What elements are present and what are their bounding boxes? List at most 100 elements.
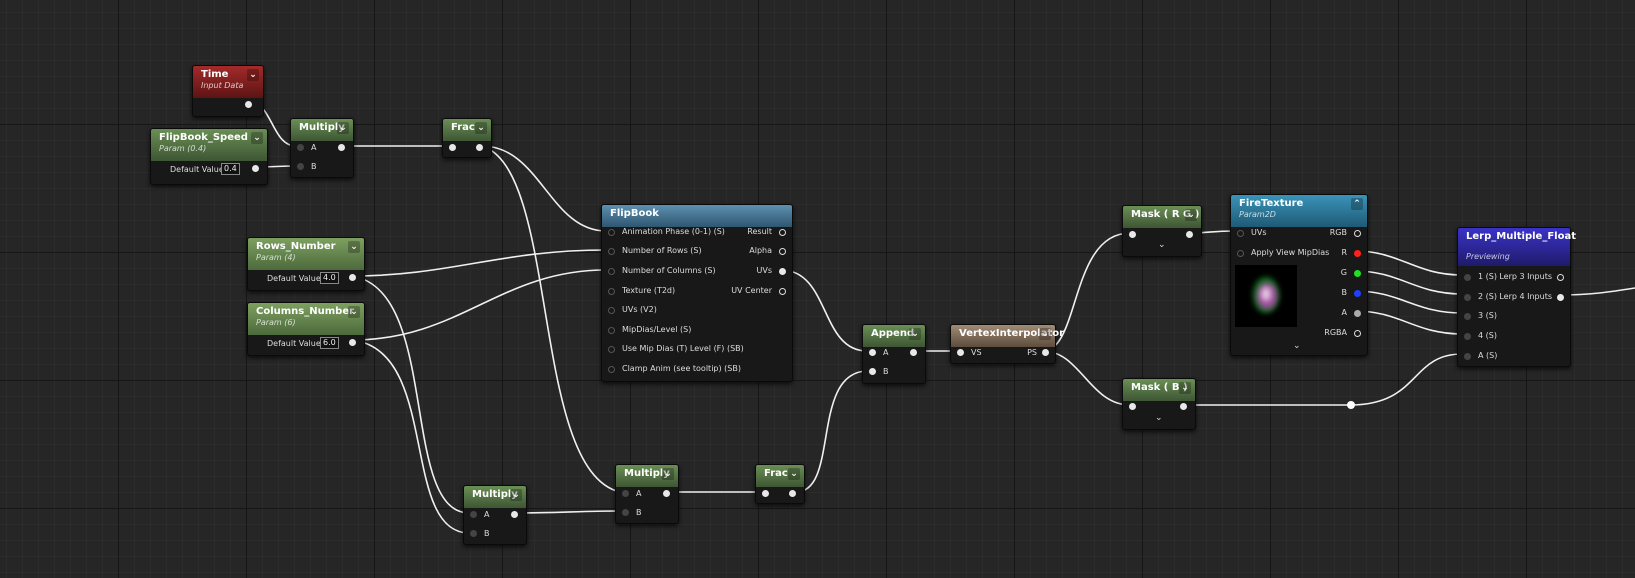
append-node[interactable]: Append ⌄ A B [862,324,926,384]
mask-rg-node[interactable]: Mask ( R G ) ⌄ ⌄ [1122,205,1202,257]
output-pin[interactable] [1042,349,1049,356]
output-pin[interactable] [245,101,252,108]
input-pin[interactable] [1464,294,1471,301]
node-header[interactable]: Multiply ⌄ [291,119,353,141]
input-pin[interactable] [1464,274,1471,281]
multiply-node[interactable]: Multiply ⌄ A B [615,464,679,524]
output-pin-red[interactable] [1354,250,1361,257]
chevron-down-icon[interactable]: ⌄ [909,328,921,340]
chevron-down-icon[interactable]: ⌄ [662,468,674,480]
input-pin[interactable] [762,490,769,497]
input-pin[interactable] [1129,403,1136,410]
output-pin-green[interactable] [1354,270,1361,277]
node-header[interactable]: Mask ( B ) ⌄ [1123,379,1195,401]
chevron-down-icon[interactable]: ⌄ [348,306,360,318]
input-pin[interactable] [1464,353,1471,360]
input-pin[interactable] [1237,230,1244,237]
node-header[interactable]: FlipBook_Speed Param (0.4) ⌄ [151,129,267,161]
chevron-down-icon[interactable]: ⌄ [1185,209,1197,221]
input-pin-a[interactable] [470,511,477,518]
chevron-down-icon[interactable]: ⌄ [1039,328,1051,340]
input-pin-a[interactable] [622,490,629,497]
input-pin[interactable] [608,307,615,314]
output-pin[interactable] [663,490,670,497]
output-pin[interactable] [779,288,786,295]
chevron-down-icon[interactable]: ⌄ [348,241,360,253]
output-pin[interactable] [338,144,345,151]
input-pin[interactable] [1237,250,1244,257]
output-pin[interactable] [1186,231,1193,238]
input-pin[interactable] [1464,333,1471,340]
chevron-down-icon[interactable]: ⌄ [1179,382,1191,394]
input-pin[interactable] [1129,231,1136,238]
input-pin[interactable] [608,229,615,236]
output-pin[interactable] [1354,330,1361,337]
input-pin[interactable] [1464,313,1471,320]
time-node[interactable]: Time Input Data ⌄ [192,65,264,117]
chevron-up-icon[interactable]: ⌃ [1351,198,1363,210]
output-pin[interactable] [1180,403,1187,410]
chevron-down-icon[interactable]: ⌄ [1158,240,1166,250]
input-pin[interactable] [608,268,615,275]
output-pin[interactable] [349,274,356,281]
input-pin-b[interactable] [470,530,477,537]
node-header[interactable]: Rows_Number Param (4) ⌄ [248,238,364,270]
node-header[interactable]: VertexInterpolator ⌄ [951,325,1064,347]
input-pin[interactable] [449,144,456,151]
input-pin[interactable] [608,366,615,373]
rows-number-node[interactable]: Rows_Number Param (4) ⌄ Default Value 4.… [247,237,365,291]
input-pin[interactable] [608,248,615,255]
node-header[interactable]: Multiply ⌄ [464,486,526,508]
node-header[interactable]: Mask ( R G ) ⌄ [1123,206,1201,228]
output-pin[interactable] [779,229,786,236]
node-header[interactable]: FireTexture Param2D ⌃ [1231,195,1367,227]
chevron-down-icon[interactable]: ⌄ [337,122,349,134]
input-pin[interactable] [608,346,615,353]
input-pin[interactable] [957,349,964,356]
frac-node[interactable]: Frac ⌄ [442,118,492,158]
node-header[interactable]: Lerp_Multiple_Float Previewing [1458,228,1576,266]
fire-texture-node[interactable]: FireTexture Param2D ⌃ UVs Apply View Mip… [1230,194,1368,356]
mask-b-node[interactable]: Mask ( B ) ⌄ ⌄ [1122,378,1196,430]
columns-number-node[interactable]: Columns_Number Param (6) ⌄ Default Value… [247,302,365,356]
output-pin[interactable] [1557,294,1564,301]
node-header[interactable]: Columns_Number Param (6) ⌄ [248,303,364,335]
flipbook-speed-node[interactable]: FlipBook_Speed Param (0.4) ⌄ Default Val… [150,128,268,185]
node-header[interactable]: Frac ⌄ [756,465,804,487]
frac-node[interactable]: Frac ⌄ [755,464,805,504]
input-pin-a[interactable] [869,349,876,356]
output-pin[interactable] [789,490,796,497]
output-pin-alpha[interactable] [1354,310,1361,317]
input-pin[interactable] [608,288,615,295]
output-pin[interactable] [779,268,786,275]
chevron-down-icon[interactable]: ⌄ [251,132,263,144]
node-header[interactable]: Multiply ⌄ [616,465,678,487]
default-value-input[interactable]: 6.0 [320,337,339,349]
input-pin-b[interactable] [869,368,876,375]
output-pin[interactable] [476,144,483,151]
node-header[interactable]: FlipBook [602,205,792,227]
output-pin[interactable] [252,165,259,172]
default-value-input[interactable]: 0.4 [221,163,240,175]
input-pin-a[interactable] [297,144,304,151]
node-header[interactable]: Frac ⌄ [443,119,491,141]
input-pin-b[interactable] [622,509,629,516]
lerp-multiple-float-node[interactable]: Lerp_Multiple_Float Previewing 1 (S) 2 (… [1457,227,1576,367]
multiply-node[interactable]: Multiply ⌄ A B [463,485,527,545]
output-pin[interactable] [1354,230,1361,237]
chevron-down-icon[interactable]: ⌄ [1293,341,1301,351]
output-pin-blue[interactable] [1354,290,1361,297]
input-pin-b[interactable] [297,163,304,170]
chevron-down-icon[interactable]: ⌄ [510,489,522,501]
output-pin[interactable] [511,511,518,518]
output-pin[interactable] [779,248,786,255]
default-value-input[interactable]: 4.0 [320,272,339,284]
multiply-node[interactable]: Multiply ⌄ A B [290,118,354,178]
output-pin[interactable] [1557,274,1564,281]
output-pin[interactable] [349,339,356,346]
chevron-down-icon[interactable]: ⌄ [1155,413,1163,423]
output-pin[interactable] [910,349,917,356]
input-pin[interactable] [608,327,615,334]
node-header[interactable]: Append ⌄ [863,325,925,347]
flipbook-node[interactable]: FlipBook Animation Phase (0-1) (S) Numbe… [601,204,793,382]
